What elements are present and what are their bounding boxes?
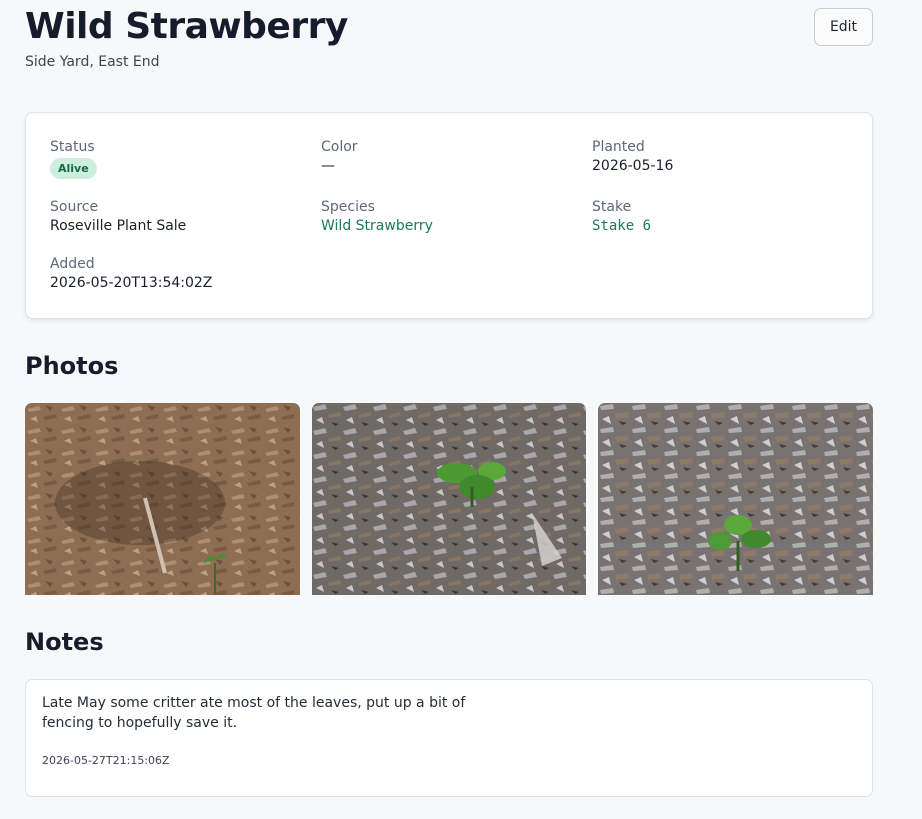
page-title: Wild Strawberry — [25, 6, 348, 47]
species-label: Species — [321, 199, 375, 215]
status-label: Status — [50, 139, 95, 155]
stake-label: Stake — [592, 199, 632, 215]
strawberry-plant-photo — [598, 403, 873, 595]
source-value: Roseville Plant Sale — [50, 218, 187, 234]
source-field: Source Roseville Plant Sale — [50, 199, 186, 234]
note-text: Late May some critter ate most of the le… — [42, 695, 466, 731]
photo-thumbnail[interactable] — [598, 403, 873, 595]
edit-button[interactable]: Edit — [814, 8, 873, 46]
color-label: Color — [321, 139, 358, 155]
planted-value: 2026-05-16 — [592, 158, 674, 174]
source-label: Source — [50, 199, 99, 215]
note-timestamp: 2026-05-27T21:15:06Z — [42, 754, 170, 767]
photo-thumbnail[interactable] — [25, 403, 300, 595]
added-value: 2026-05-20T13:54:02Z — [50, 275, 213, 291]
plant-detail-page: Wild Strawberry Side Yard, East End Edit… — [0, 0, 922, 819]
added-field: Added 2026-05-20T13:54:02Z — [50, 256, 212, 291]
mulch-seedling-photo — [25, 403, 300, 595]
stake-link[interactable]: Stake 6 — [592, 218, 651, 234]
planted-label: Planted — [592, 139, 645, 155]
strawberry-plant-photo — [312, 403, 586, 595]
color-field: Color — — [321, 139, 358, 174]
added-label: Added — [50, 256, 95, 272]
species-field: Species Wild Strawberry — [321, 199, 433, 234]
stake-field: Stake Stake 6 — [592, 199, 651, 234]
color-value: — — [321, 158, 335, 174]
details-card: Status Alive Color — Planted 2026-05-16 … — [25, 112, 873, 319]
notes-heading: Notes — [25, 628, 104, 656]
species-link[interactable]: Wild Strawberry — [321, 218, 433, 234]
photo-thumbnail[interactable] — [312, 403, 586, 595]
plant-location: Side Yard, East End — [25, 54, 160, 70]
photos-heading: Photos — [25, 352, 119, 380]
status-badge: Alive — [50, 158, 97, 179]
note-card: Late May some critter ate most of the le… — [25, 679, 873, 797]
planted-field: Planted 2026-05-16 — [592, 139, 673, 174]
status-field: Status Alive — [50, 139, 97, 179]
